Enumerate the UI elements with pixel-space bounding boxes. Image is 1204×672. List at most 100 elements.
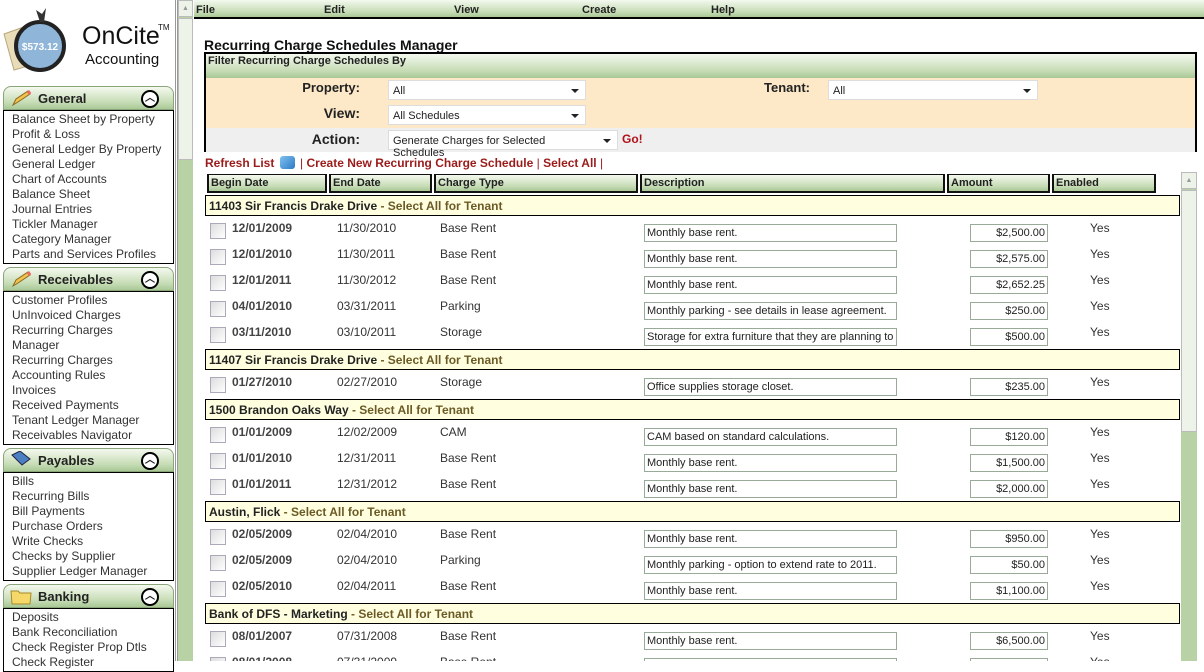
sidebar-item[interactable]: UnInvoiced Charges: [12, 308, 173, 323]
column-end-date[interactable]: End Date: [329, 174, 432, 193]
begin-date[interactable]: 01/01/2009: [232, 425, 292, 439]
sidebar-item[interactable]: Deposits: [12, 610, 173, 625]
amount-field[interactable]: $250.00: [970, 302, 1048, 320]
menu-create[interactable]: Create: [582, 4, 616, 16]
menu-edit[interactable]: Edit: [324, 4, 345, 16]
description-field[interactable]: Storage for extra furniture that they ar…: [644, 328, 897, 346]
amount-field[interactable]: $50.00: [970, 556, 1048, 574]
amount-field[interactable]: $120.00: [970, 428, 1048, 446]
amount-field[interactable]: $2,652.25: [970, 276, 1048, 294]
amount-field[interactable]: $6,500.00: [970, 632, 1048, 650]
sidebar-item[interactable]: Tenant Ledger Manager: [12, 413, 173, 428]
row-checkbox[interactable]: [210, 453, 226, 469]
menu-file[interactable]: File: [196, 4, 215, 16]
select-all-for-tenant-link[interactable]: Select All for Tenant: [358, 607, 473, 621]
select-all-for-tenant-link[interactable]: Select All for Tenant: [388, 353, 503, 367]
sidebar-item[interactable]: Recurring Charges: [12, 353, 173, 368]
scrollbar-thumb[interactable]: [1181, 190, 1197, 432]
sidebar-item[interactable]: General Ledger By Property: [12, 142, 173, 157]
begin-date[interactable]: 12/01/2010: [232, 247, 292, 261]
begin-date[interactable]: 02/05/2009: [232, 527, 292, 541]
create-schedule-link[interactable]: Create New Recurring Charge Schedule: [307, 156, 534, 170]
table-scrollbar[interactable]: ▲: [1181, 172, 1197, 661]
sidebar-item[interactable]: Parts and Services Profiles: [12, 247, 173, 262]
begin-date[interactable]: 08/01/2007: [232, 629, 292, 643]
sidebar-item[interactable]: Check Register Prop Dtls: [12, 640, 173, 655]
description-field[interactable]: Monthly base rent.: [644, 454, 897, 472]
begin-date[interactable]: 04/01/2010: [232, 299, 292, 313]
description-field[interactable]: Monthly parking - option to extend rate …: [644, 556, 897, 574]
scroll-up-arrow-icon[interactable]: ▲: [178, 0, 193, 17]
sidebar-item[interactable]: Recurring Bills: [12, 489, 173, 504]
description-field[interactable]: Monthly base rent.: [644, 276, 897, 294]
column-description[interactable]: Description: [640, 174, 945, 193]
begin-date[interactable]: 03/11/2010: [232, 325, 291, 339]
description-field[interactable]: Monthly base rent.: [644, 250, 897, 268]
sidebar-item[interactable]: Check Register: [12, 655, 173, 670]
go-button[interactable]: Go!: [622, 132, 643, 146]
begin-date[interactable]: 08/01/2008: [232, 655, 292, 661]
row-checkbox[interactable]: [210, 223, 226, 239]
sidebar-section-header[interactable]: Receivables ︿: [3, 267, 174, 291]
sidebar-item[interactable]: Accounting Rules: [12, 368, 173, 383]
sidebar-section-header[interactable]: General ︿: [3, 86, 174, 110]
column-begin-date[interactable]: Begin Date: [207, 174, 327, 193]
collapse-chevron-up-icon[interactable]: ︿: [141, 452, 159, 470]
description-field[interactable]: Monthly base rent.: [644, 480, 897, 498]
row-checkbox[interactable]: [210, 631, 226, 647]
sidebar-item[interactable]: Category Manager: [12, 232, 173, 247]
menu-help[interactable]: Help: [711, 4, 735, 16]
description-field[interactable]: Monthly parking - see details in lease a…: [644, 302, 897, 320]
sidebar-item[interactable]: Checks by Supplier: [12, 549, 173, 564]
sidebar-item[interactable]: Invoices: [12, 383, 173, 398]
begin-date[interactable]: 01/27/2010: [232, 375, 292, 389]
refresh-list-link[interactable]: Refresh List: [205, 156, 274, 170]
amount-field[interactable]: $2,000.00: [970, 480, 1048, 498]
row-checkbox[interactable]: [210, 327, 226, 343]
sidebar-item[interactable]: Purchase Orders: [12, 519, 173, 534]
row-checkbox[interactable]: [210, 377, 226, 393]
description-field[interactable]: Monthly base rent.: [644, 632, 897, 650]
sidebar-item[interactable]: Recurring Charges: [12, 323, 173, 338]
sidebar-item[interactable]: Balance Sheet: [12, 187, 173, 202]
amount-field[interactable]: $1,100.00: [970, 582, 1048, 600]
row-checkbox[interactable]: [210, 427, 226, 443]
sidebar-item[interactable]: Bills: [12, 474, 173, 489]
begin-date[interactable]: 12/01/2009: [232, 221, 292, 235]
begin-date[interactable]: 02/05/2010: [232, 579, 292, 593]
amount-field[interactable]: $2,575.00: [970, 250, 1048, 268]
amount-field[interactable]: $235.00: [970, 378, 1048, 396]
sidebar-item[interactable]: Write Checks: [12, 534, 173, 549]
row-checkbox[interactable]: [210, 581, 226, 597]
select-all-link[interactable]: Select All: [543, 156, 597, 170]
sidebar-item[interactable]: Balance Sheet by Property: [12, 112, 173, 127]
sidebar-item[interactable]: Manager: [12, 338, 173, 353]
action-select[interactable]: Generate Charges for Selected Schedules: [388, 130, 618, 159]
description-field[interactable]: Monthly base rent.: [644, 530, 897, 548]
sidebar-item[interactable]: Bank Reconciliation: [12, 625, 173, 640]
tenant-select[interactable]: All: [828, 80, 1038, 100]
view-select[interactable]: All Schedules: [388, 105, 586, 125]
sidebar-item[interactable]: Receivables Navigator: [12, 428, 173, 443]
begin-date[interactable]: 01/01/2010: [232, 451, 292, 465]
sidebar-item[interactable]: Chart of Accounts: [12, 172, 173, 187]
amount-field[interactable]: $950.00: [970, 530, 1048, 548]
scroll-up-arrow-icon[interactable]: ▲: [1181, 172, 1197, 189]
column-enabled[interactable]: Enabled: [1052, 174, 1156, 193]
menu-view[interactable]: View: [454, 4, 479, 16]
refresh-icon[interactable]: [279, 156, 295, 169]
select-all-for-tenant-link[interactable]: Select All for Tenant: [291, 505, 406, 519]
description-field[interactable]: Office supplies storage closet.: [644, 378, 897, 396]
row-checkbox[interactable]: [210, 657, 226, 661]
select-all-for-tenant-link[interactable]: Select All for Tenant: [359, 403, 474, 417]
row-checkbox[interactable]: [210, 275, 226, 291]
amount-field[interactable]: $500.00: [970, 328, 1048, 346]
amount-field[interactable]: $2,500.00: [970, 224, 1048, 242]
sidebar-item[interactable]: Profit & Loss: [12, 127, 173, 142]
sidebar-section-header[interactable]: Banking ︿: [3, 584, 174, 608]
sidebar-item[interactable]: General Ledger: [12, 157, 173, 172]
description-field[interactable]: CAM based on standard calculations.: [644, 428, 897, 446]
column-amount[interactable]: Amount: [947, 174, 1050, 193]
begin-date[interactable]: 02/05/2009: [232, 553, 292, 567]
sidebar-item[interactable]: Tickler Manager: [12, 217, 173, 232]
